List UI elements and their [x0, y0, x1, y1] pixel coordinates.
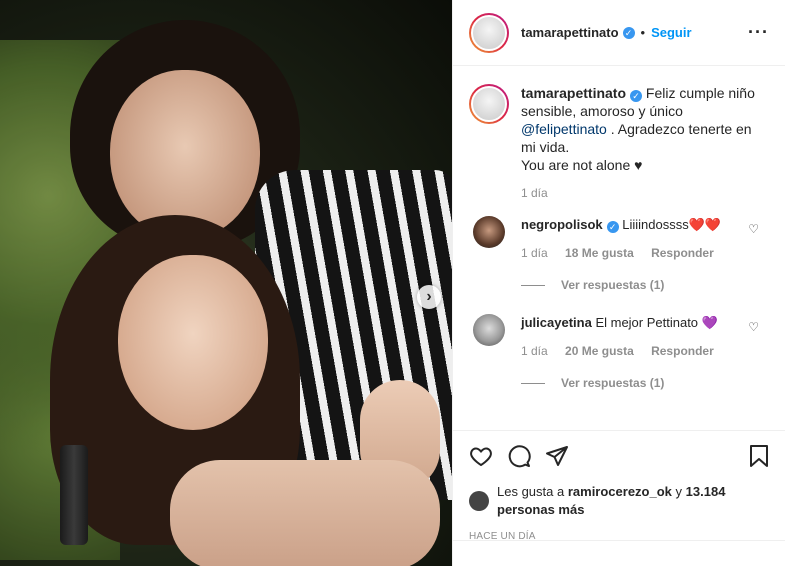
likes-summary: Les gusta a ramirocerezo_ok y 13.184 per… — [469, 483, 770, 519]
author-username[interactable]: tamarapettinato — [521, 25, 619, 40]
caption-text: tamarapettinato ✓ Feliz cumple niño sensi… — [521, 84, 761, 174]
caption-username[interactable]: tamarapettinato — [521, 85, 626, 101]
view-replies-label[interactable]: Ver respuestas (1) — [561, 376, 664, 390]
comment-time[interactable]: 1 día — [521, 344, 548, 358]
heart-icon[interactable]: ♡ — [748, 320, 759, 334]
view-replies-button[interactable]: Ver respuestas (1) — [521, 278, 769, 292]
photo-person-top-face — [110, 70, 260, 240]
liker-avatar[interactable] — [469, 491, 489, 511]
view-replies-label[interactable]: Ver respuestas (1) — [561, 278, 664, 292]
replies-divider — [521, 284, 545, 286]
purple-heart-emoji-icon: 💜 — [701, 315, 718, 330]
photo-device — [60, 445, 88, 545]
share-icon[interactable] — [545, 444, 569, 468]
comments-list[interactable]: tamarapettinato ✓ Feliz cumple niño sensi… — [453, 66, 785, 430]
comment-time[interactable]: 1 día — [521, 246, 548, 260]
comment-likes[interactable]: 18 Me gusta — [565, 246, 634, 260]
add-comment-bar[interactable] — [453, 540, 785, 566]
comment-text: julicayetina El mejor Pettinato 💜 — [521, 314, 728, 332]
post-caption: tamarapettinato ✓ Feliz cumple niño sensi… — [469, 84, 769, 174]
more-options-icon[interactable]: ··· — [748, 22, 769, 43]
heart-icon[interactable] — [469, 444, 493, 468]
likes-prefix: Les gusta a — [497, 484, 565, 499]
view-replies-button[interactable]: Ver respuestas (1) — [521, 376, 769, 390]
photo-arm — [170, 460, 440, 566]
comment-body: El mejor Pettinato — [595, 315, 699, 330]
commenter-username[interactable]: julicayetina — [521, 315, 592, 330]
commenter-avatar[interactable] — [473, 216, 505, 248]
caption-line-2: You are not alone ♥ — [521, 157, 643, 173]
comment-meta: 1 día 20 Me gusta Responder — [521, 344, 728, 358]
comment-icon[interactable] — [507, 444, 531, 468]
comment-item: negropolisok ✓ Liiiindossss❤️❤️ 1 día 18 … — [469, 216, 769, 260]
heart-icon[interactable]: ♡ — [748, 222, 759, 236]
separator-dot: • — [640, 25, 646, 40]
action-icons-bar — [469, 441, 770, 471]
commenter-username[interactable]: negropolisok — [521, 217, 603, 232]
verified-badge-icon: ✓ — [630, 90, 643, 102]
likes-connector: y — [675, 484, 683, 499]
caption-time[interactable]: 1 día — [521, 186, 769, 200]
comment-meta: 1 día 18 Me gusta Responder — [521, 246, 728, 260]
post-side-panel: tamarapettinato ✓ • Seguir ··· tamarapet… — [452, 0, 785, 566]
chevron-right-icon[interactable]: › — [417, 285, 441, 309]
reply-button[interactable]: Responder — [651, 344, 714, 358]
comment-text: negropolisok ✓ Liiiindossss❤️❤️ — [521, 216, 728, 234]
post-actions: Les gusta a ramirocerezo_ok y 13.184 per… — [453, 430, 785, 542]
follow-button[interactable]: Seguir — [651, 25, 691, 40]
heart-emoji-icon: ❤️❤️ — [688, 217, 722, 232]
bookmark-icon[interactable] — [748, 444, 770, 468]
post-photo[interactable]: › — [0, 0, 452, 566]
comment-body: Liiiindossss — [622, 217, 689, 232]
reply-button[interactable]: Responder — [651, 246, 714, 260]
verified-badge-icon: ✓ — [622, 26, 635, 39]
post-header: tamarapettinato ✓ • Seguir ··· — [453, 0, 785, 66]
caption-avatar[interactable] — [469, 84, 509, 124]
commenter-avatar[interactable] — [473, 314, 505, 346]
replies-divider — [521, 382, 545, 384]
comment-item: julicayetina El mejor Pettinato 💜 1 día … — [469, 314, 769, 358]
author-avatar[interactable] — [469, 12, 509, 53]
photo-person-bottom-face — [118, 255, 268, 430]
caption-mention[interactable]: @felipettinato — [521, 121, 607, 137]
verified-badge-icon: ✓ — [606, 221, 619, 233]
likes-text: Les gusta a ramirocerezo_ok y 13.184 per… — [497, 483, 770, 519]
comment-likes[interactable]: 20 Me gusta — [565, 344, 634, 358]
liker-username[interactable]: ramirocerezo_ok — [568, 484, 672, 499]
